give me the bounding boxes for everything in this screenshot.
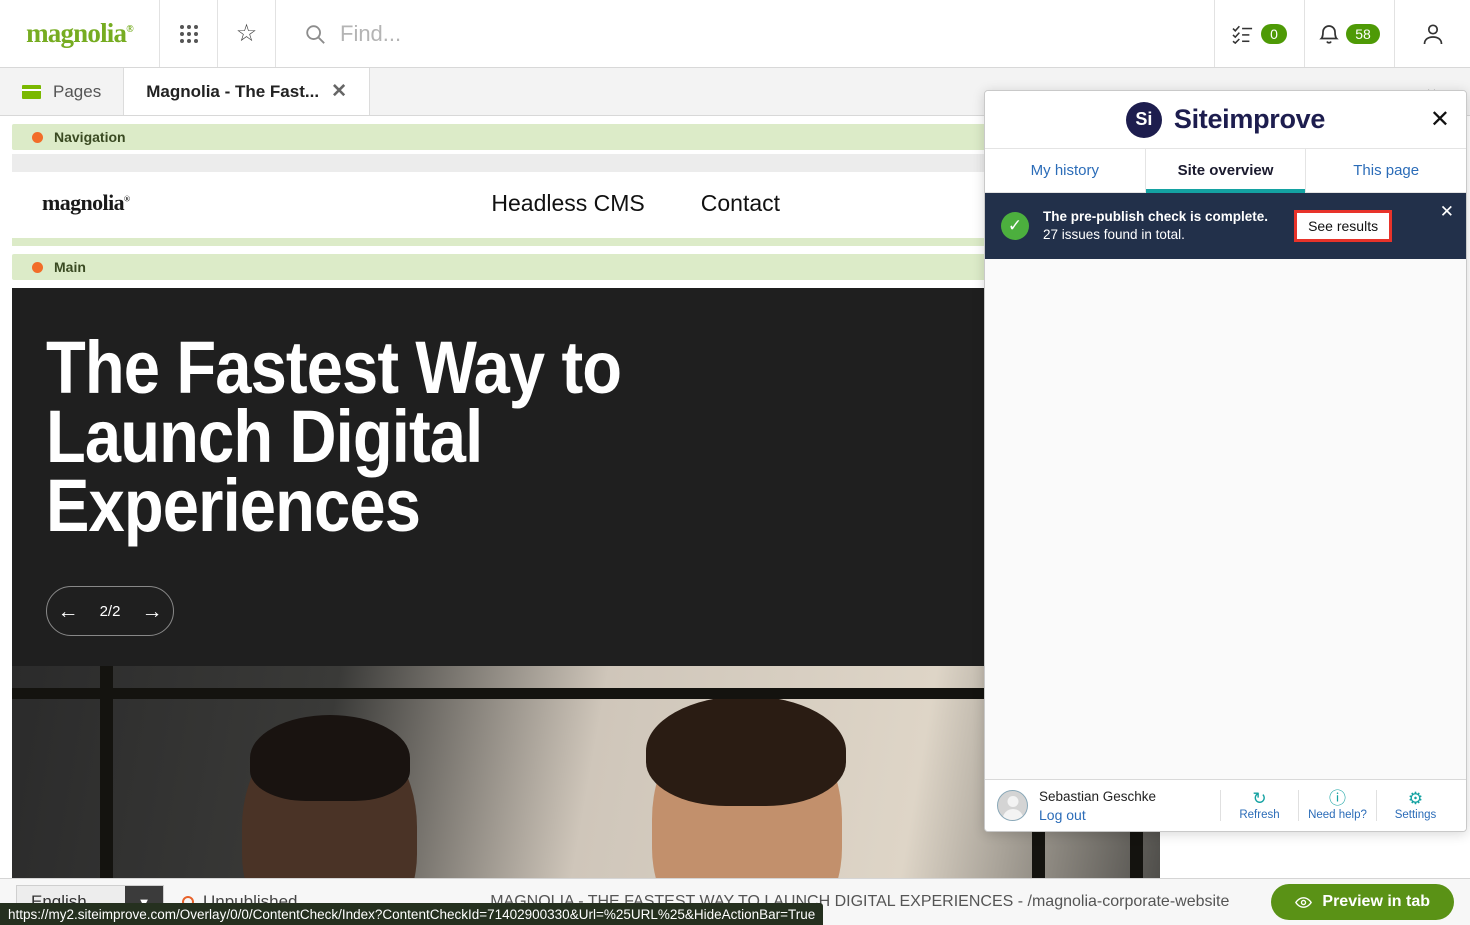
area-label-main: Main [54, 259, 86, 275]
siteimprove-header: Si Siteimprove ✕ [985, 91, 1466, 149]
siteimprove-content-area [985, 259, 1466, 779]
close-icon[interactable]: ✕ [1430, 108, 1450, 132]
preview-button-label: Preview in tab [1322, 893, 1430, 911]
browser-status-url: https://my2.siteimprove.com/Overlay/0/0/… [0, 903, 823, 925]
prepublish-check-banner: ✓ The pre-publish check is complete. 27 … [985, 193, 1466, 259]
tab-site-overview[interactable]: Site overview [1146, 149, 1307, 192]
tab-this-page-label: This page [1353, 162, 1419, 179]
carousel-counter: 2/2 [100, 603, 121, 620]
banner-close-icon[interactable]: ✕ [1440, 203, 1454, 220]
tab-page-editor-label: Magnolia - The Fast... [146, 82, 319, 102]
user-info: Sebastian Geschke Log out [997, 788, 1220, 823]
site-nav-link-contact[interactable]: Contact [701, 190, 780, 217]
tasks-button[interactable]: 0 [1215, 0, 1305, 67]
tab-page-editor[interactable]: Magnolia - The Fast... ✕ [124, 68, 370, 115]
application-window: magnolia® ☆ 0 [0, 0, 1470, 925]
user-avatar-icon [1421, 22, 1445, 46]
need-help-label: Need help? [1308, 809, 1367, 821]
site-logo-trademark: ® [124, 195, 129, 204]
gear-icon: ⚙ [1408, 790, 1423, 807]
user-name: Sebastian Geschke [1039, 789, 1156, 804]
footer-actions: ↻ Refresh ⓘ Need help? ⚙ Settings [1220, 790, 1454, 821]
hero-heading: The Fastest Way to Launch Digital Experi… [46, 334, 864, 540]
site-nav-link-headless-cms[interactable]: Headless CMS [491, 190, 644, 217]
refresh-icon: ↻ [1252, 790, 1266, 807]
tab-my-history[interactable]: My history [985, 149, 1146, 192]
area-status-dot-icon [32, 262, 43, 273]
area-status-dot-icon [32, 132, 43, 143]
siteimprove-mark-icon: Si [1126, 102, 1162, 138]
banner-message: The pre-publish check is complete. 27 is… [1043, 208, 1268, 244]
magnolia-logo-text: magnolia [26, 18, 126, 48]
star-icon: ☆ [236, 22, 258, 46]
siteimprove-tabs: My history Site overview This page [985, 149, 1466, 193]
search-container[interactable] [276, 0, 1215, 67]
siteimprove-panel: Si Siteimprove ✕ My history Site overvie… [984, 90, 1467, 832]
apps-grid-icon [180, 25, 198, 43]
banner-subtitle: 27 issues found in total. [1043, 227, 1185, 242]
apps-grid-button[interactable] [160, 0, 218, 67]
user-menu-button[interactable] [1395, 0, 1470, 67]
magnolia-logo-trademark: ® [126, 24, 133, 35]
carousel-next-arrow-icon[interactable]: → [141, 601, 162, 622]
tab-my-history-label: My history [1031, 162, 1099, 179]
avatar [997, 790, 1028, 821]
need-help-button[interactable]: ⓘ Need help? [1298, 790, 1376, 821]
tab-site-overview-label: Site overview [1178, 162, 1274, 179]
preview-in-tab-button[interactable]: Preview in tab [1271, 884, 1454, 920]
pages-icon [22, 85, 41, 99]
notifications-badge: 58 [1346, 24, 1380, 44]
carousel-prev-arrow-icon[interactable]: ← [58, 601, 79, 622]
siteimprove-logo: Si Siteimprove [1126, 102, 1325, 138]
search-icon [304, 23, 326, 45]
banner-title: The pre-publish check is complete. [1043, 208, 1268, 226]
close-icon[interactable]: ✕ [331, 82, 347, 101]
refresh-button[interactable]: ↻ Refresh [1220, 790, 1298, 821]
area-label-navigation: Navigation [54, 129, 126, 145]
settings-button[interactable]: ⚙ Settings [1376, 790, 1454, 821]
tasks-badge: 0 [1261, 24, 1287, 44]
site-logo-text: magnolia [42, 190, 124, 215]
tasks-checklist-icon [1232, 24, 1254, 44]
favorites-button[interactable]: ☆ [218, 0, 276, 67]
tab-pages[interactable]: Pages [0, 68, 124, 115]
carousel-control: ← 2/2 → [46, 586, 174, 636]
check-circle-icon: ✓ [1001, 212, 1029, 240]
bell-icon [1319, 23, 1339, 45]
site-nav-links: Headless CMS Contact [491, 190, 780, 217]
refresh-label: Refresh [1239, 809, 1279, 821]
tab-pages-label: Pages [53, 82, 101, 102]
magnolia-logo[interactable]: magnolia® [0, 0, 160, 67]
eye-icon [1295, 896, 1312, 909]
notifications-button[interactable]: 58 [1305, 0, 1395, 67]
search-input[interactable] [340, 21, 740, 47]
siteimprove-footer: Sebastian Geschke Log out ↻ Refresh ⓘ Ne… [985, 779, 1466, 831]
siteimprove-title: Siteimprove [1174, 104, 1325, 135]
main-toolbar: magnolia® ☆ 0 [0, 0, 1470, 68]
see-results-button[interactable]: See results [1294, 210, 1392, 242]
logout-link[interactable]: Log out [1039, 807, 1156, 823]
tab-this-page[interactable]: This page [1306, 149, 1466, 192]
help-circle-icon: ⓘ [1329, 790, 1346, 807]
settings-label: Settings [1395, 809, 1437, 821]
